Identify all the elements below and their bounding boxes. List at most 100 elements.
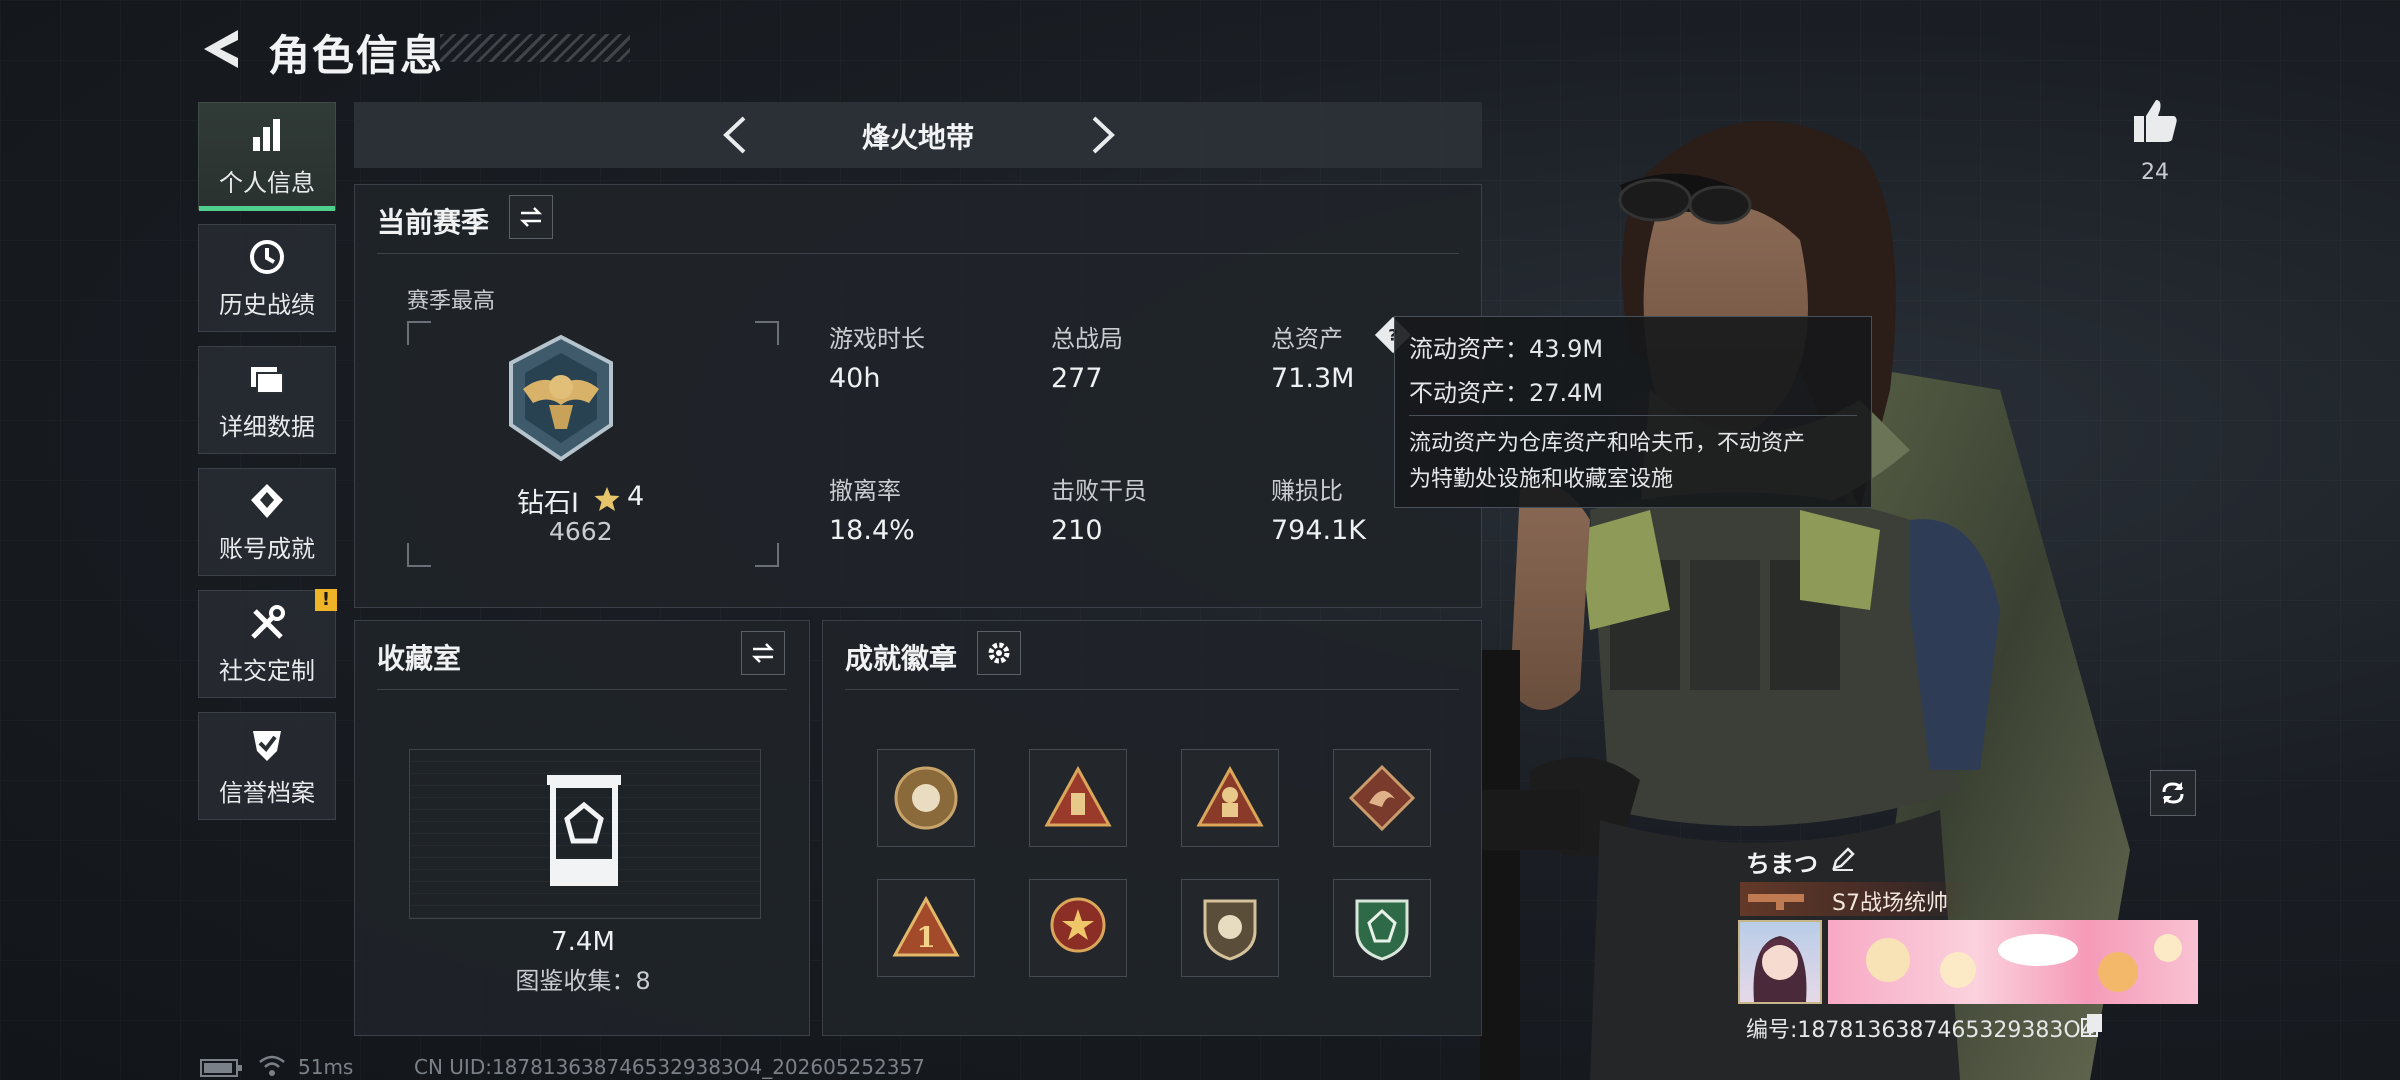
stat-value: 277 xyxy=(1051,363,1103,394)
stat-label: 游戏时长 xyxy=(829,325,925,353)
nav-label: 详细数据 xyxy=(219,412,315,441)
season-title: 当前赛季 xyxy=(377,206,490,239)
nav-label: 历史战绩 xyxy=(219,290,315,319)
rank-stars: 4 xyxy=(627,481,645,512)
collection-title: 收藏室 xyxy=(377,642,462,675)
avatar-portrait-icon xyxy=(1753,936,1807,1002)
soldier-badge-icon xyxy=(1196,765,1264,827)
badge-slot[interactable] xyxy=(1181,749,1279,847)
stat-label: 赚损比 xyxy=(1271,477,1343,505)
notification-badge: ! xyxy=(315,589,337,611)
tooltip-description: 为特勤处设施和收藏室设施 xyxy=(1409,467,1674,492)
badge-slot[interactable]: 1 xyxy=(877,879,975,977)
vault-icon xyxy=(547,775,621,886)
star-icon xyxy=(594,487,620,511)
badge-slot[interactable] xyxy=(1029,749,1127,847)
thumbs-up-icon[interactable] xyxy=(2130,96,2180,146)
page-title: 角色信息 xyxy=(268,31,445,80)
edit-pencil-icon[interactable] xyxy=(1830,846,1856,872)
nav-label: 个人信息 xyxy=(219,168,315,197)
frame-corner xyxy=(407,543,431,567)
battery-icon xyxy=(200,1059,242,1077)
svg-text:1: 1 xyxy=(916,921,935,954)
divider xyxy=(377,689,787,690)
swap-icon xyxy=(519,207,543,227)
rank-name: 钻石Ⅰ xyxy=(517,488,579,519)
green-crest-badge-icon xyxy=(1355,899,1409,961)
network-ping: 51ms xyxy=(298,1055,354,1079)
nav-item-reputation[interactable]: 信誉档案 xyxy=(198,712,336,820)
achievement-icon xyxy=(251,483,283,518)
player-title: S7战场统帅 xyxy=(1832,891,1948,916)
number-one-badge-icon: 1 xyxy=(892,895,960,957)
copy-icon[interactable] xyxy=(2080,1012,2104,1038)
cats-banner-icon xyxy=(1866,934,2182,992)
tooltip-liquid-assets: 流动资产：43.9M xyxy=(1409,335,1604,363)
divider xyxy=(377,253,1459,254)
shield-badge-icon xyxy=(1203,899,1257,961)
nav-label: 账号成就 xyxy=(219,534,315,563)
collection-switch-button[interactable] xyxy=(741,631,785,675)
gear-icon xyxy=(988,642,1010,664)
refresh-button[interactable] xyxy=(2150,770,2196,816)
frame-corner xyxy=(407,321,431,345)
badge-slot[interactable] xyxy=(877,749,975,847)
chevron-right-icon[interactable] xyxy=(1080,112,1124,158)
badges-settings-button[interactable] xyxy=(977,631,1021,675)
badge-slot[interactable] xyxy=(1333,879,1431,977)
nav-item-history[interactable]: 历史战绩 xyxy=(198,224,336,332)
history-clock-icon xyxy=(250,239,284,274)
wifi-icon xyxy=(259,1055,285,1076)
tooltip-description: 流动资产为仓库资产和哈夫币，不动资产 xyxy=(1409,431,1806,456)
stat-value: 71.3M xyxy=(1271,363,1355,394)
stat-value: 210 xyxy=(1051,515,1103,546)
back-arrow-icon[interactable] xyxy=(198,26,244,72)
avatar[interactable] xyxy=(1738,920,1822,1004)
badges-title: 成就徽章 xyxy=(845,642,958,675)
badge-slot[interactable] xyxy=(1333,749,1431,847)
stat-label: 击败干员 xyxy=(1051,477,1147,505)
shield-check-icon xyxy=(253,730,281,761)
title-decoration xyxy=(440,34,630,62)
frame-corner xyxy=(755,543,779,567)
tools-icon xyxy=(251,604,285,639)
badge-slot[interactable] xyxy=(1029,879,1127,977)
refresh-icon xyxy=(2162,782,2184,804)
nav-item-detailed-data[interactable]: 详细数据 xyxy=(198,346,336,454)
nav-label: 信誉档案 xyxy=(219,778,315,807)
mode-selector: 烽火地带 xyxy=(354,102,1482,168)
folders-icon xyxy=(251,366,284,394)
divider xyxy=(845,689,1459,690)
star-wreath-badge-icon xyxy=(1050,897,1106,953)
nav-item-social-custom[interactable]: 社交定制 ! xyxy=(198,589,337,698)
collection-panel[interactable]: 收藏室 7.4M 图鉴收集：8 xyxy=(354,620,810,1036)
stat-label: 总战局 xyxy=(1051,325,1123,353)
collection-count: 图鉴收集：8 xyxy=(515,967,651,995)
rank-emblem-icon xyxy=(509,334,613,462)
stat-value: 18.4% xyxy=(829,515,915,546)
rank-score: 4662 xyxy=(549,517,613,546)
season-panel: 当前赛季 赛季最高 钻石Ⅰ 4 4662 游戏时长 40h 总战局 277 总资… xyxy=(354,184,1482,608)
stat-value: 794.1K xyxy=(1271,515,1367,546)
frame-corner xyxy=(755,321,779,345)
player-id: 编号:1878136387465329383O4 xyxy=(1746,1018,2095,1043)
sun-badge-icon xyxy=(894,766,958,830)
stat-value: 40h xyxy=(829,363,881,394)
nav-item-achievements[interactable]: 账号成就 xyxy=(198,468,336,576)
stat-label: 总资产 xyxy=(1271,325,1343,353)
pyramid-badge-icon xyxy=(1044,765,1112,827)
stat-label: 撤离率 xyxy=(829,477,901,505)
season-best-label: 赛季最高 xyxy=(407,289,496,314)
season-switch-button[interactable] xyxy=(509,195,553,239)
collection-value: 7.4M xyxy=(551,927,615,957)
title-rifle-icon xyxy=(1748,894,1804,910)
profile-banner[interactable] xyxy=(1828,920,2198,1004)
dragon-badge-icon xyxy=(1348,764,1416,832)
nav-item-personal-info[interactable]: 个人信息 xyxy=(198,102,336,211)
badge-slot[interactable] xyxy=(1181,879,1279,977)
badges-panel: 成就徽章 1 xyxy=(822,620,1482,1036)
divider xyxy=(1409,415,1857,416)
assets-tooltip: 流动资产：43.9M 不动资产：27.4M 流动资产为仓库资产和哈夫币，不动资产… xyxy=(1394,316,1872,508)
player-name: ちまつ xyxy=(1746,850,1818,878)
tooltip-fixed-assets: 不动资产：27.4M xyxy=(1409,379,1604,407)
